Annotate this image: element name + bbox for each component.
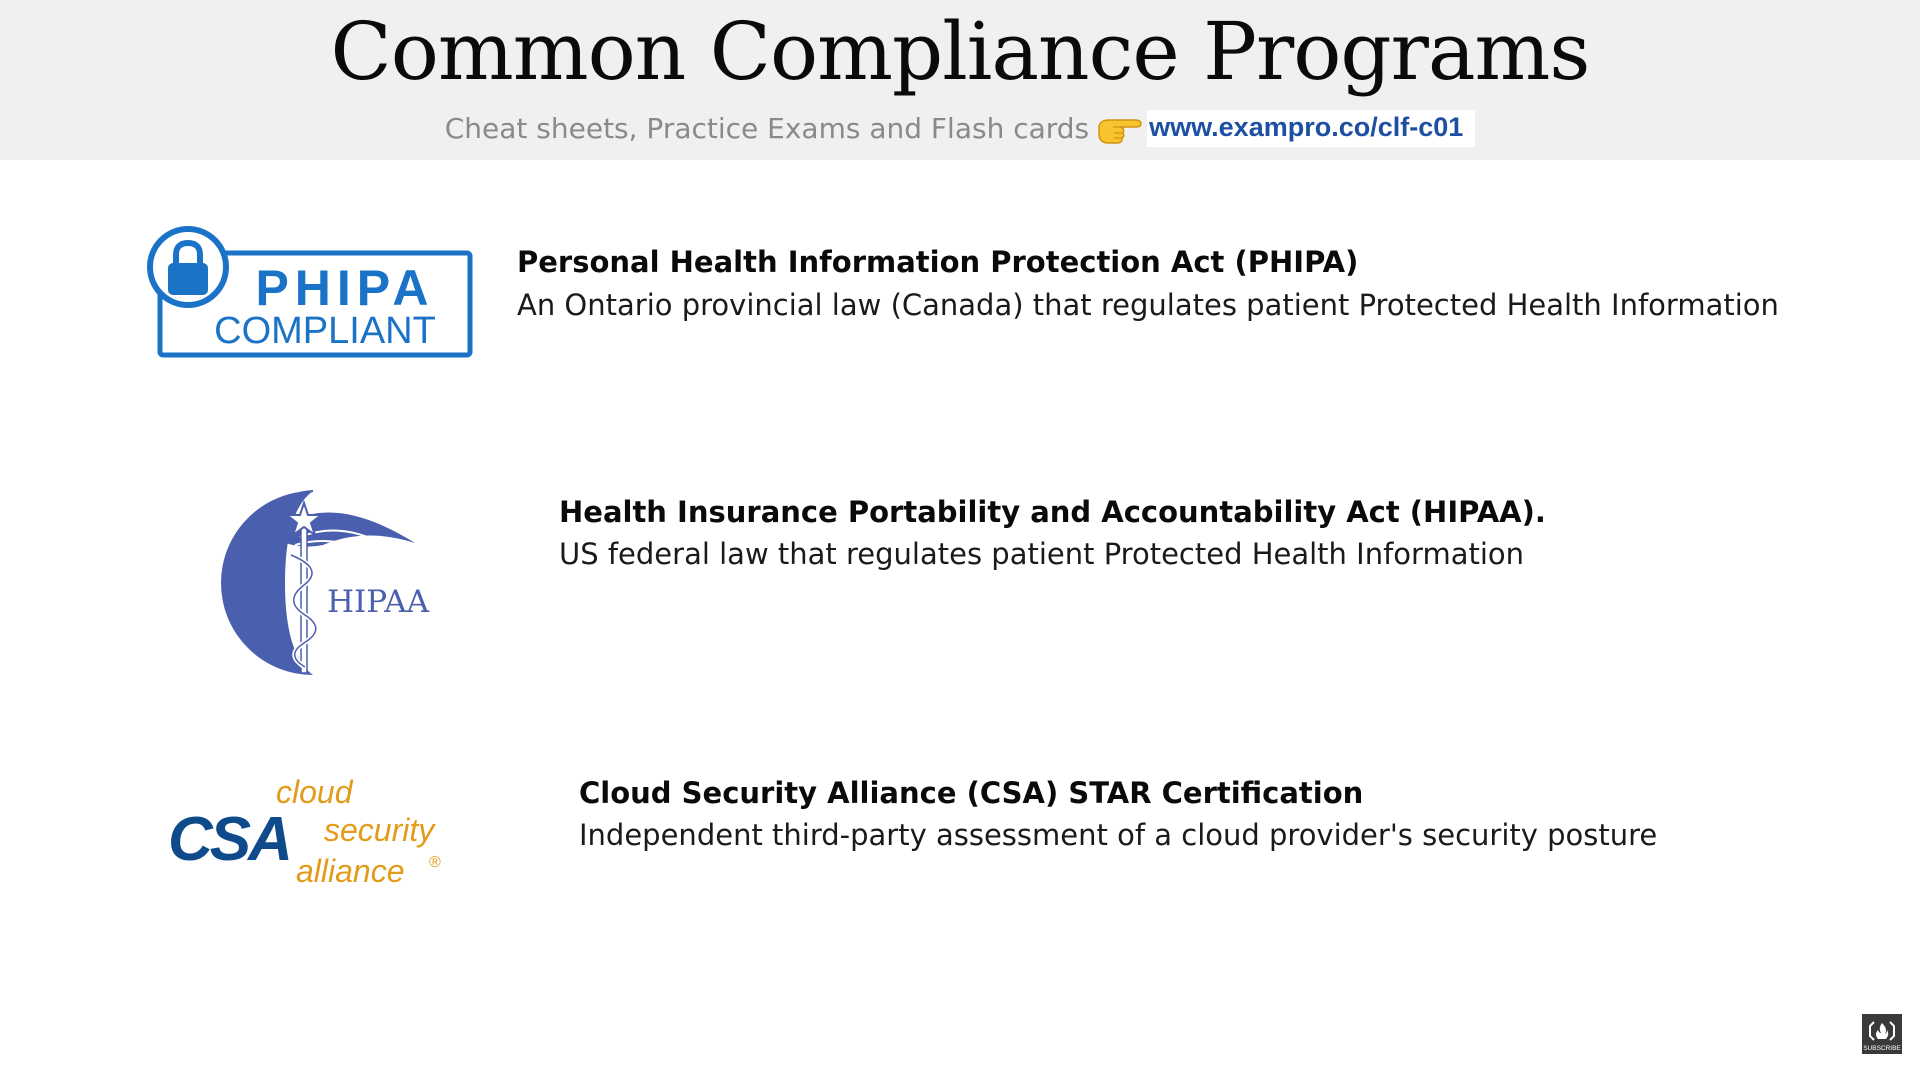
phipa-logo-line2: COMPLIANT	[214, 310, 436, 352]
program-title-csa: Cloud Security Alliance (CSA) STAR Certi…	[579, 776, 1364, 810]
hipaa-logo: HIPAA	[221, 490, 430, 675]
phipa-compliant-logo: PHIPA COMPLIANT	[147, 226, 473, 358]
subscribe-badge[interactable]: SUBSCRIBE	[1862, 1014, 1902, 1054]
exampro-link[interactable]: www.exampro.co/clf-c01	[1147, 110, 1476, 147]
header-band: Common Compliance Programs Cheat sheets,…	[0, 0, 1920, 160]
flame-icon: SUBSCRIBE	[1862, 1014, 1902, 1054]
csa-logo-acronym: CSA	[168, 805, 290, 874]
phipa-logo-line1: PHIPA	[255, 260, 434, 316]
pointing-hand-icon	[1098, 118, 1142, 144]
hipaa-logo-text: HIPAA	[327, 584, 430, 620]
csa-logo-word-security: security	[324, 812, 436, 848]
csa-logo-word-alliance: alliance	[296, 853, 405, 889]
program-title-hipaa: Health Insurance Portability and Account…	[559, 495, 1546, 529]
program-desc-phipa: An Ontario provincial law (Canada) that …	[517, 288, 1779, 322]
program-desc-hipaa: US federal law that regulates patient Pr…	[559, 537, 1525, 571]
program-desc-csa: Independent third-party assessment of a …	[579, 818, 1658, 852]
subtitle-row: Cheat sheets, Practice Exams and Flash c…	[0, 110, 1920, 147]
subtitle-text: Cheat sheets, Practice Exams and Flash c…	[444, 112, 1090, 145]
csa-logo: cloud CSA security alliance ®	[168, 774, 441, 889]
program-title-phipa: Personal Health Information Protection A…	[517, 245, 1359, 279]
subscribe-badge-text: SUBSCRIBE	[1863, 1045, 1901, 1052]
page-title: Common Compliance Programs	[330, 5, 1591, 98]
csa-logo-registered-mark: ®	[429, 854, 441, 871]
slide: Common Compliance Programs Cheat sheets,…	[0, 0, 1920, 1080]
